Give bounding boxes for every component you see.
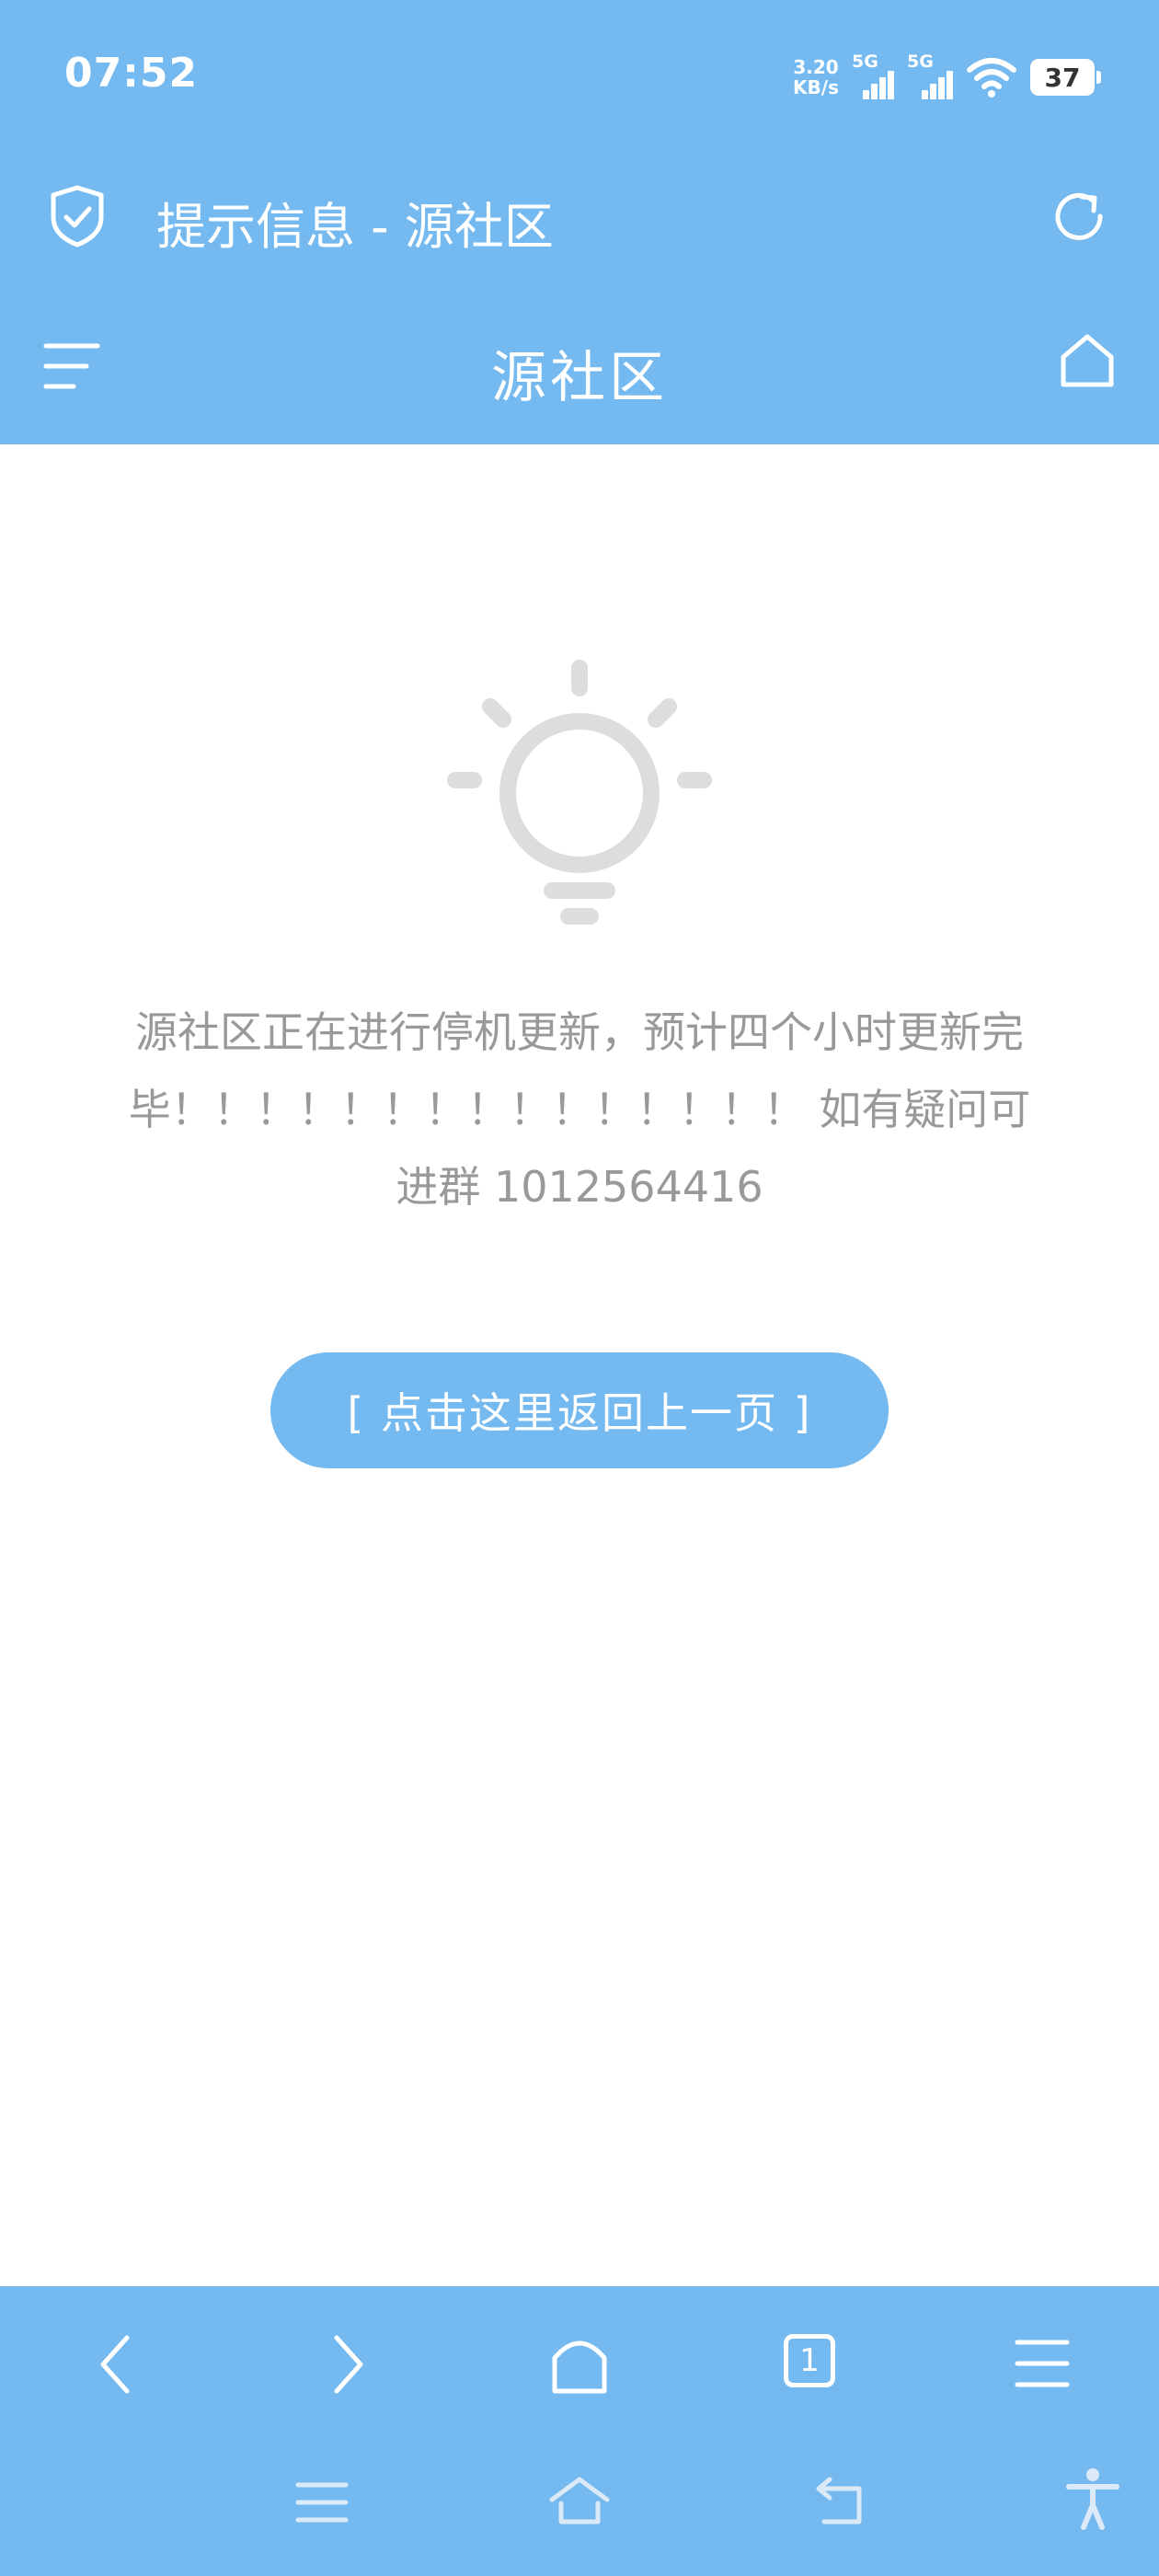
battery-indicator: 37 [1030, 59, 1101, 96]
browser-toolbar: 1 [0, 2286, 1159, 2576]
browser-title-bar: 提示信息 - 源社区 [0, 147, 1159, 285]
page-title: 提示信息 - 源社区 [156, 198, 554, 256]
system-back-icon[interactable] [809, 2476, 866, 2527]
recent-apps-icon[interactable] [294, 2479, 350, 2525]
home-icon[interactable] [1058, 331, 1117, 390]
status-icons: 3.20 KB/s 5G 5G 37 [793, 52, 1101, 103]
signal-icon: 5G [907, 52, 953, 99]
signal-icon: 5G [852, 52, 894, 99]
maintenance-message: 源社区正在进行停机更新，预计四个小时更新完毕！！！！！！！！！！！！！！！ 如有… [128, 1007, 1031, 1212]
shield-check-icon[interactable] [48, 184, 107, 248]
status-bar: 07:52 3.20 KB/s 5G 5G 37 [0, 0, 1159, 147]
back-icon[interactable] [96, 2332, 136, 2397]
light-bulb-icon [447, 660, 712, 925]
forward-icon[interactable] [327, 2332, 368, 2397]
back-to-previous-page-button[interactable]: [ 点击这里返回上一页 ] [270, 1352, 889, 1468]
accessibility-icon[interactable] [1065, 2467, 1120, 2531]
signal-label-2: 5G [907, 52, 934, 72]
site-title: 源社区 [491, 346, 668, 410]
signal-label-1: 5G [852, 52, 878, 72]
home-icon[interactable] [547, 2330, 612, 2397]
reload-icon[interactable] [1047, 184, 1111, 248]
network-speed-value: 3.20 [793, 56, 839, 78]
network-speed-unit: KB/s [793, 76, 839, 98]
system-home-icon[interactable] [548, 2476, 611, 2527]
status-time: 07:52 [64, 50, 199, 97]
site-header: 源社区 [0, 285, 1159, 444]
menu-icon[interactable] [1014, 2338, 1071, 2389]
network-speed: 3.20 KB/s [793, 57, 839, 98]
wifi-icon [967, 58, 1016, 98]
tabs-count-button[interactable]: 1 [784, 2334, 835, 2387]
